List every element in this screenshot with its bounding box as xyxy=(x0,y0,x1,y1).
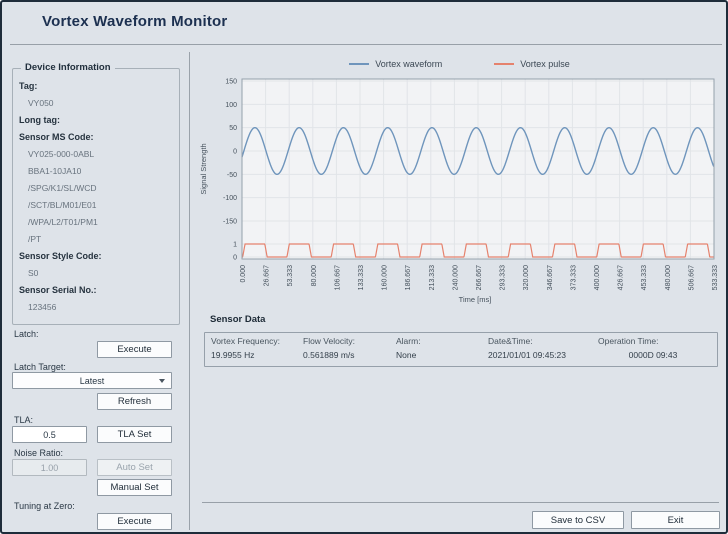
svg-text:0: 0 xyxy=(233,255,237,262)
device-info-label: Sensor MS Code: xyxy=(13,129,179,146)
svg-text:266.667: 266.667 xyxy=(476,265,483,290)
svg-text:453.333: 453.333 xyxy=(641,265,648,290)
sensor-value-row: 19.9955 Hz0.561889 m/sNone2021/01/01 09:… xyxy=(205,350,717,360)
waveform-chart: 150100500-50-100-150100.00026.66753.3338… xyxy=(197,74,722,311)
waveform-line-swatch xyxy=(349,63,369,65)
sensor-column-value: 0000D 09:43 xyxy=(592,350,714,360)
noise-ratio-label: Noise Ratio: xyxy=(14,448,63,458)
svg-text:133.333: 133.333 xyxy=(358,265,365,290)
svg-text:100: 100 xyxy=(225,102,237,109)
svg-text:213.333: 213.333 xyxy=(429,265,436,290)
refresh-button[interactable]: Refresh xyxy=(97,393,172,410)
sensor-column-value: 2021/01/01 09:45:23 xyxy=(482,350,592,360)
pulse-line-swatch xyxy=(494,63,514,65)
device-information-title: Device Information xyxy=(21,62,115,73)
device-info-value: VY025-000-0ABL xyxy=(13,146,179,163)
device-info-label: Long tag: xyxy=(13,112,179,129)
chart-legend: Vortex waveform Vortex pulse xyxy=(197,57,722,71)
legend-label-vortex-waveform: Vortex waveform xyxy=(375,59,442,69)
device-information-groupbox: Device Information Tag:VY050Long tag:Sen… xyxy=(12,68,180,325)
tla-label: TLA: xyxy=(14,415,33,425)
svg-text:240.000: 240.000 xyxy=(452,265,459,290)
sensor-data-title: Sensor Data xyxy=(210,314,265,325)
svg-text:53.333: 53.333 xyxy=(287,265,294,287)
save-to-csv-button[interactable]: Save to CSV xyxy=(532,511,624,529)
device-info-value: /SPG/K1/SL/WCD xyxy=(13,180,179,197)
svg-text:0.000: 0.000 xyxy=(240,265,247,283)
tla-input[interactable] xyxy=(12,426,87,443)
device-information-fields: Tag:VY050Long tag:Sensor MS Code:VY025-0… xyxy=(13,69,179,316)
sensor-data-table: Vortex Frequency:Flow Velocity:Alarm:Dat… xyxy=(204,332,718,367)
tuning-execute-button[interactable]: Execute xyxy=(97,513,172,530)
device-info-value: /PT xyxy=(13,231,179,248)
vortex-waveform-monitor-window: Vortex Waveform Monitor Device Informati… xyxy=(0,0,728,534)
svg-text:346.667: 346.667 xyxy=(547,265,554,290)
svg-text:0: 0 xyxy=(233,149,237,156)
svg-text:1: 1 xyxy=(233,242,237,249)
svg-text:506.667: 506.667 xyxy=(688,265,695,290)
latch-target-label: Latch Target: xyxy=(14,362,66,372)
noise-ratio-input xyxy=(12,459,87,476)
latch-label: Latch: xyxy=(14,329,39,339)
latch-target-select[interactable]: Latest xyxy=(12,372,172,389)
device-info-value: S0 xyxy=(13,265,179,282)
manual-set-button[interactable]: Manual Set xyxy=(97,479,172,496)
svg-text:373.333: 373.333 xyxy=(570,265,577,290)
svg-text:-50: -50 xyxy=(227,172,237,179)
svg-text:400.000: 400.000 xyxy=(594,265,601,290)
device-info-label: Sensor Serial No.: xyxy=(13,282,179,299)
chevron-down-icon xyxy=(159,379,165,383)
header-divider xyxy=(10,44,722,45)
svg-text:50: 50 xyxy=(229,125,237,132)
latch-execute-button[interactable]: Execute xyxy=(97,341,172,358)
svg-text:-150: -150 xyxy=(223,219,237,226)
tuning-at-zero-label: Tuning at Zero: xyxy=(14,501,75,511)
footer-divider xyxy=(202,502,719,503)
sensor-column-value: 0.561889 m/s xyxy=(297,350,390,360)
svg-text:160.000: 160.000 xyxy=(382,265,389,290)
exit-button[interactable]: Exit xyxy=(631,511,720,529)
panel-divider xyxy=(189,52,190,530)
legend-item-vortex-pulse: Vortex pulse xyxy=(494,57,570,71)
svg-text:186.667: 186.667 xyxy=(405,265,412,290)
svg-text:293.333: 293.333 xyxy=(500,265,507,290)
auto-set-button: Auto Set xyxy=(97,459,172,476)
svg-text:26.667: 26.667 xyxy=(264,265,271,287)
sensor-column-value: 19.9955 Hz xyxy=(205,350,297,360)
legend-label-vortex-pulse: Vortex pulse xyxy=(520,59,570,69)
window-title: Vortex Waveform Monitor xyxy=(42,13,227,30)
svg-text:80.000: 80.000 xyxy=(311,265,318,287)
sensor-column-header: Vortex Frequency: xyxy=(205,336,297,346)
svg-text:320.000: 320.000 xyxy=(523,265,530,290)
svg-text:-100: -100 xyxy=(223,195,237,202)
sensor-column-header: Operation Time: xyxy=(592,336,714,346)
svg-text:150: 150 xyxy=(225,79,237,86)
device-info-value: VY050 xyxy=(13,95,179,112)
svg-text:426.667: 426.667 xyxy=(618,265,625,290)
svg-text:533.333: 533.333 xyxy=(712,265,719,290)
sensor-header-row: Vortex Frequency:Flow Velocity:Alarm:Dat… xyxy=(205,336,717,346)
sensor-column-value: None xyxy=(390,350,482,360)
device-info-value: 123456 xyxy=(13,299,179,316)
device-info-value: BBA1-10JA10 xyxy=(13,163,179,180)
device-info-value: /WPA/L2/T01/PM1 xyxy=(13,214,179,231)
device-info-label: Tag: xyxy=(13,78,179,95)
svg-text:480.000: 480.000 xyxy=(665,265,672,290)
tla-set-button[interactable]: TLA Set xyxy=(97,426,172,443)
device-info-label: Sensor Style Code: xyxy=(13,248,179,265)
svg-text:Time [ms]: Time [ms] xyxy=(459,295,492,304)
sensor-column-header: Flow Velocity: xyxy=(297,336,390,346)
sensor-column-header: Date&Time: xyxy=(482,336,592,346)
svg-text:Signal Strength: Signal Strength xyxy=(199,143,208,194)
latch-target-value: Latest xyxy=(80,376,105,386)
svg-text:106.667: 106.667 xyxy=(334,265,341,290)
legend-item-vortex-waveform: Vortex waveform xyxy=(349,57,442,71)
sensor-column-header: Alarm: xyxy=(390,336,482,346)
device-info-value: /SCT/BL/M01/E01 xyxy=(13,197,179,214)
